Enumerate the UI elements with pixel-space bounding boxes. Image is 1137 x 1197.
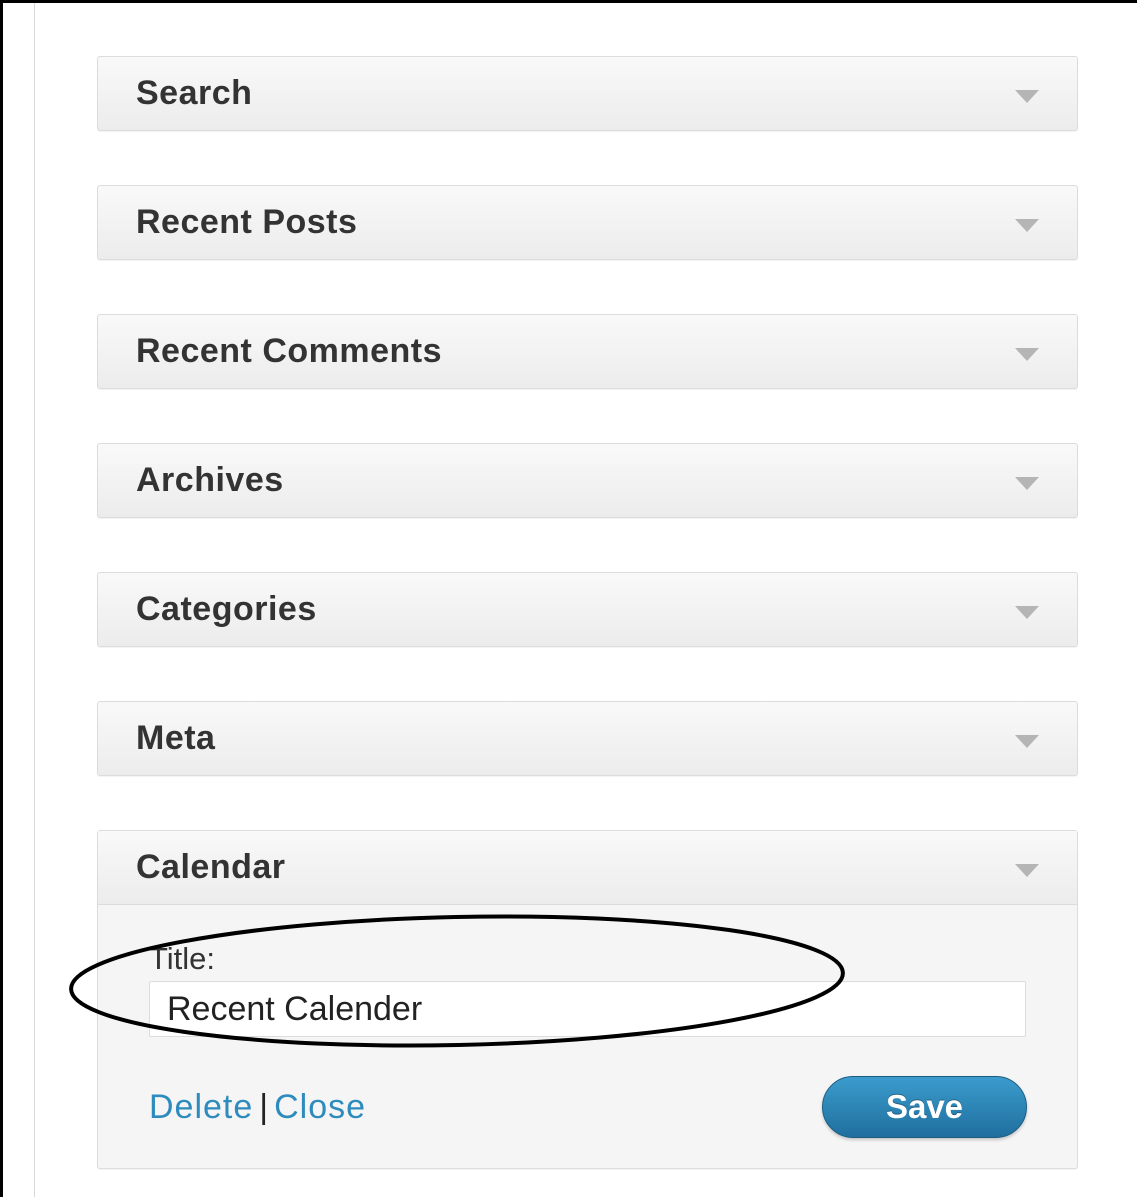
delete-link[interactable]: Delete [149, 1088, 253, 1126]
triangle-down-icon[interactable] [1015, 735, 1039, 748]
widget-title: Archives [136, 461, 284, 499]
close-link[interactable]: Close [274, 1088, 366, 1126]
triangle-down-icon[interactable] [1015, 90, 1039, 103]
widget-search[interactable]: Search [97, 56, 1078, 131]
title-input[interactable] [149, 981, 1026, 1037]
widget-header[interactable]: Categories [98, 573, 1077, 646]
widget-control-links: Delete | Close [149, 1088, 366, 1127]
sidebar-divider [34, 3, 35, 1197]
widget-header[interactable]: Archives [98, 444, 1077, 517]
widget-title: Meta [136, 719, 216, 757]
widget-header[interactable]: Calendar [98, 831, 1077, 905]
widget-settings-form: Title: Delete|Close Save [98, 905, 1077, 1168]
widget-recent-comments[interactable]: Recent Comments [97, 314, 1078, 389]
widget-recent-posts[interactable]: Recent Posts [97, 185, 1078, 260]
triangle-down-icon[interactable] [1015, 348, 1039, 361]
triangle-down-icon[interactable] [1015, 864, 1039, 877]
triangle-down-icon[interactable] [1015, 219, 1039, 232]
save-button[interactable]: Save [822, 1076, 1027, 1138]
widget-meta[interactable]: Meta [97, 701, 1078, 776]
widget-header[interactable]: Search [98, 57, 1077, 130]
widget-header[interactable]: Meta [98, 702, 1077, 775]
widget-categories[interactable]: Categories [97, 572, 1078, 647]
widget-title: Calendar [136, 848, 286, 886]
widget-header[interactable]: Recent Posts [98, 186, 1077, 259]
triangle-down-icon[interactable] [1015, 477, 1039, 490]
widget-title: Recent Comments [136, 332, 443, 370]
triangle-down-icon[interactable] [1015, 606, 1039, 619]
widget-title: Categories [136, 590, 317, 628]
widget-title: Recent Posts [136, 203, 358, 241]
widget-title: Search [136, 74, 253, 112]
widget-archives[interactable]: Archives [97, 443, 1078, 518]
title-field-label: Title: [149, 941, 216, 976]
link-separator: | [259, 1088, 269, 1126]
widget-header[interactable]: Recent Comments [98, 315, 1077, 388]
widget-calendar[interactable]: Calendar Title: Delete|Close Save [97, 830, 1078, 1169]
